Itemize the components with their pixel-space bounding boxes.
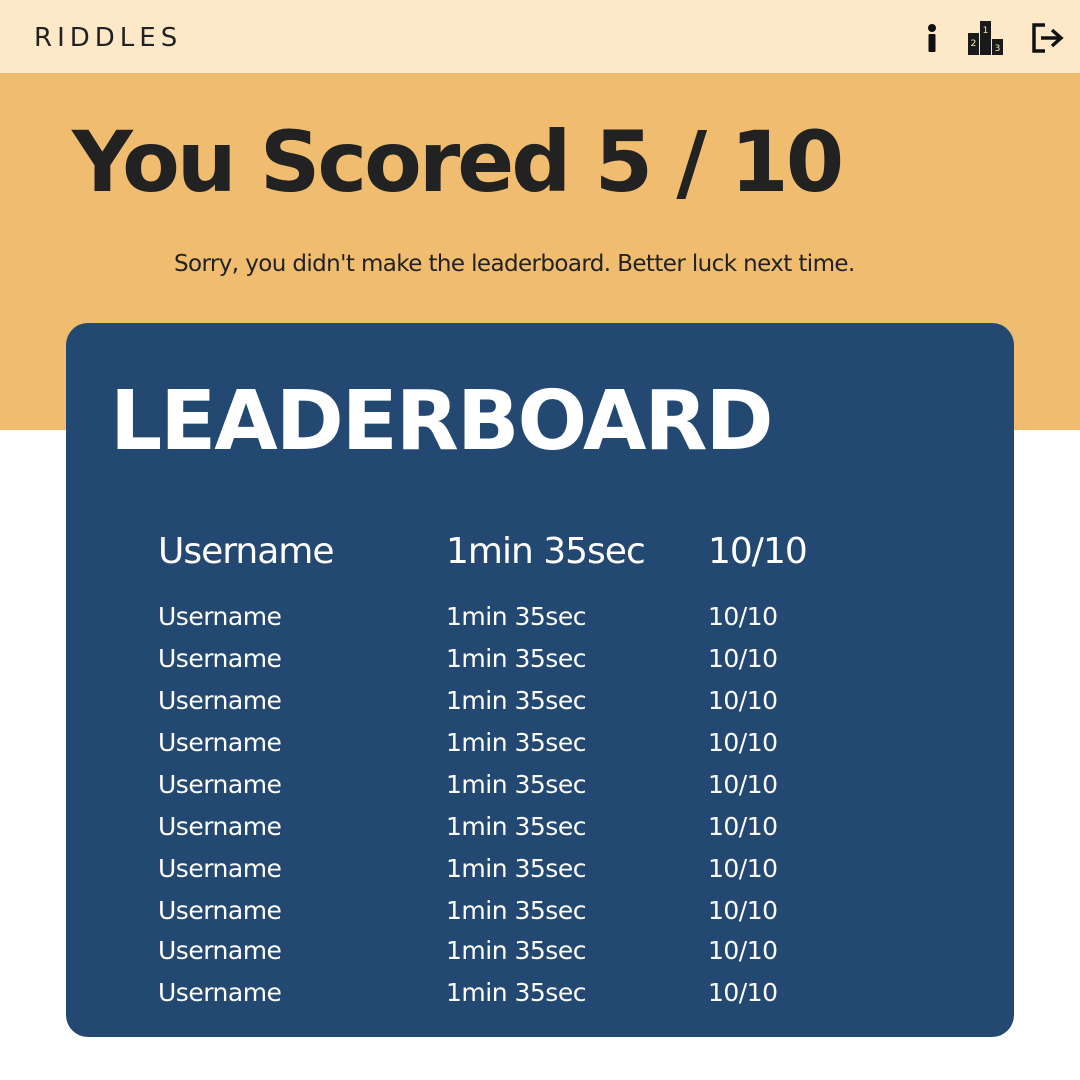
- score-cell: 10/10: [708, 531, 808, 572]
- time-cell: 1min 35sec: [446, 936, 586, 965]
- leaderboard-row: Username 1min 35sec 10/10: [66, 688, 1014, 728]
- score-cell: 10/10: [708, 602, 778, 631]
- time-cell: 1min 35sec: [446, 978, 586, 1007]
- score-cell: 10/10: [708, 812, 778, 841]
- info-icon: [928, 24, 936, 52]
- leaderboard-title: LEADERBOARD: [110, 374, 774, 469]
- username-cell: Username: [158, 854, 282, 883]
- score-cell: 10/10: [708, 936, 778, 965]
- score-cell: 10/10: [708, 854, 778, 883]
- leaderboard-row: Username 1min 35sec 10/10: [66, 604, 1014, 644]
- top-bar: RIDDLES 2 1 3: [0, 0, 1080, 73]
- username-cell: Username: [158, 531, 335, 572]
- leaderboard-row: Username 1min 35sec 10/10: [66, 730, 1014, 770]
- username-cell: Username: [158, 896, 282, 925]
- score-cell: 10/10: [708, 686, 778, 715]
- leaderboard-row: Username 1min 35sec 10/10: [66, 856, 1014, 896]
- time-cell: 1min 35sec: [446, 770, 586, 799]
- username-cell: Username: [158, 728, 282, 757]
- logout-button[interactable]: [1028, 18, 1068, 58]
- score-title: You Scored 5 / 10: [72, 113, 844, 211]
- time-cell: 1min 35sec: [446, 728, 586, 757]
- username-cell: Username: [158, 644, 282, 673]
- time-cell: 1min 35sec: [446, 531, 646, 572]
- score-cell: 10/10: [708, 896, 778, 925]
- leaderboard-row: Username 1min 35sec 10/10: [66, 814, 1014, 854]
- score-cell: 10/10: [708, 644, 778, 673]
- score-cell: 10/10: [708, 978, 778, 1007]
- app-brand[interactable]: RIDDLES: [34, 25, 182, 51]
- time-cell: 1min 35sec: [446, 854, 586, 883]
- leaderboard-row: Username 1min 35sec 10/10: [66, 980, 1014, 1020]
- time-cell: 1min 35sec: [446, 896, 586, 925]
- score-message: Sorry, you didn't make the leaderboard. …: [174, 251, 855, 277]
- exit-icon: [1032, 23, 1064, 53]
- leaderboard-top-row: Username 1min 35sec 10/10: [66, 534, 1014, 574]
- username-cell: Username: [158, 936, 282, 965]
- time-cell: 1min 35sec: [446, 686, 586, 715]
- leaderboard-button[interactable]: 2 1 3: [964, 18, 1008, 58]
- time-cell: 1min 35sec: [446, 602, 586, 631]
- leaderboard-panel: LEADERBOARD Username 1min 35sec 10/10 Us…: [66, 323, 1014, 1037]
- leaderboard-row: Username 1min 35sec 10/10: [66, 646, 1014, 686]
- leaderboard-row: Username 1min 35sec 10/10: [66, 938, 1014, 978]
- username-cell: Username: [158, 686, 282, 715]
- info-button[interactable]: [918, 18, 946, 58]
- username-cell: Username: [158, 602, 282, 631]
- score-cell: 10/10: [708, 770, 778, 799]
- username-cell: Username: [158, 770, 282, 799]
- podium-icon: 2 1 3: [968, 21, 1003, 55]
- time-cell: 1min 35sec: [446, 812, 586, 841]
- results-page: RIDDLES 2 1 3 You Scored 5 / 10 Sorry, y…: [0, 0, 1080, 1080]
- score-cell: 10/10: [708, 728, 778, 757]
- svg-text:3: 3: [995, 44, 1001, 54]
- svg-text:1: 1: [983, 26, 989, 36]
- svg-text:2: 2: [971, 39, 977, 49]
- leaderboard-row: Username 1min 35sec 10/10: [66, 772, 1014, 812]
- leaderboard-row: Username 1min 35sec 10/10: [66, 898, 1014, 938]
- username-cell: Username: [158, 978, 282, 1007]
- time-cell: 1min 35sec: [446, 644, 586, 673]
- username-cell: Username: [158, 812, 282, 841]
